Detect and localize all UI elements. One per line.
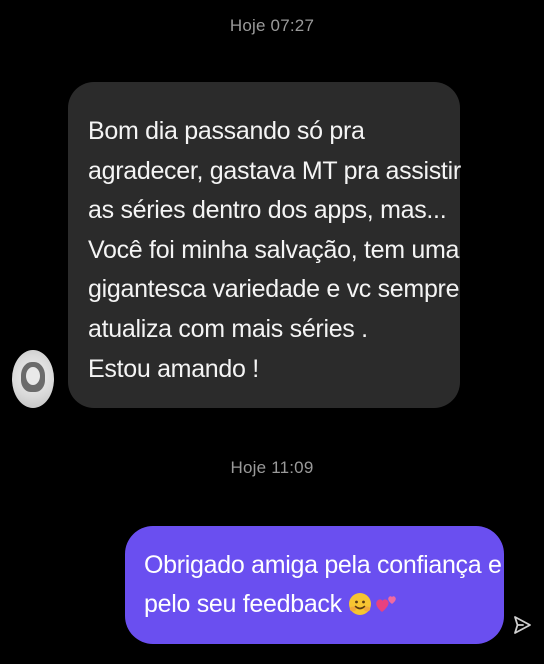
message-text-line: Obrigado amiga pela confiança e xyxy=(144,551,502,579)
message-text-line: gigantesca variedade e vc sempre xyxy=(88,275,460,304)
message-text-line: as séries dentro dos apps, mas... xyxy=(88,196,447,225)
message-timestamp: Hoje 07:27 xyxy=(229,16,315,35)
incoming-message-bubble[interactable]: Bom dia passando só pra agradecer, gasta… xyxy=(68,82,461,408)
avatar-face xyxy=(26,367,40,385)
message-timestamp: Hoje 11:09 xyxy=(230,458,314,477)
message-text: pelo seu feedback xyxy=(144,590,342,618)
message-text-line: agradecer, gastava MT pra assistir xyxy=(88,156,461,185)
message-text-line-with-emoji: pelo seu feedback xyxy=(144,585,490,624)
message-text-line: Você foi minha salvação, tem uma xyxy=(88,235,460,264)
outgoing-message-bubble[interactable]: Obrigado amiga pela confiança e pelo seu… xyxy=(125,526,504,644)
send-icon[interactable] xyxy=(511,614,533,636)
message-text-line: atualiza com mais séries . xyxy=(88,314,368,343)
contact-avatar[interactable] xyxy=(12,350,54,408)
hugging-face-emoji-icon xyxy=(348,593,371,615)
two-hearts-emoji-icon xyxy=(376,596,396,612)
message-text-line: Estou amando ! xyxy=(88,354,259,383)
message-text-line: Bom dia passando só pra xyxy=(88,117,365,145)
